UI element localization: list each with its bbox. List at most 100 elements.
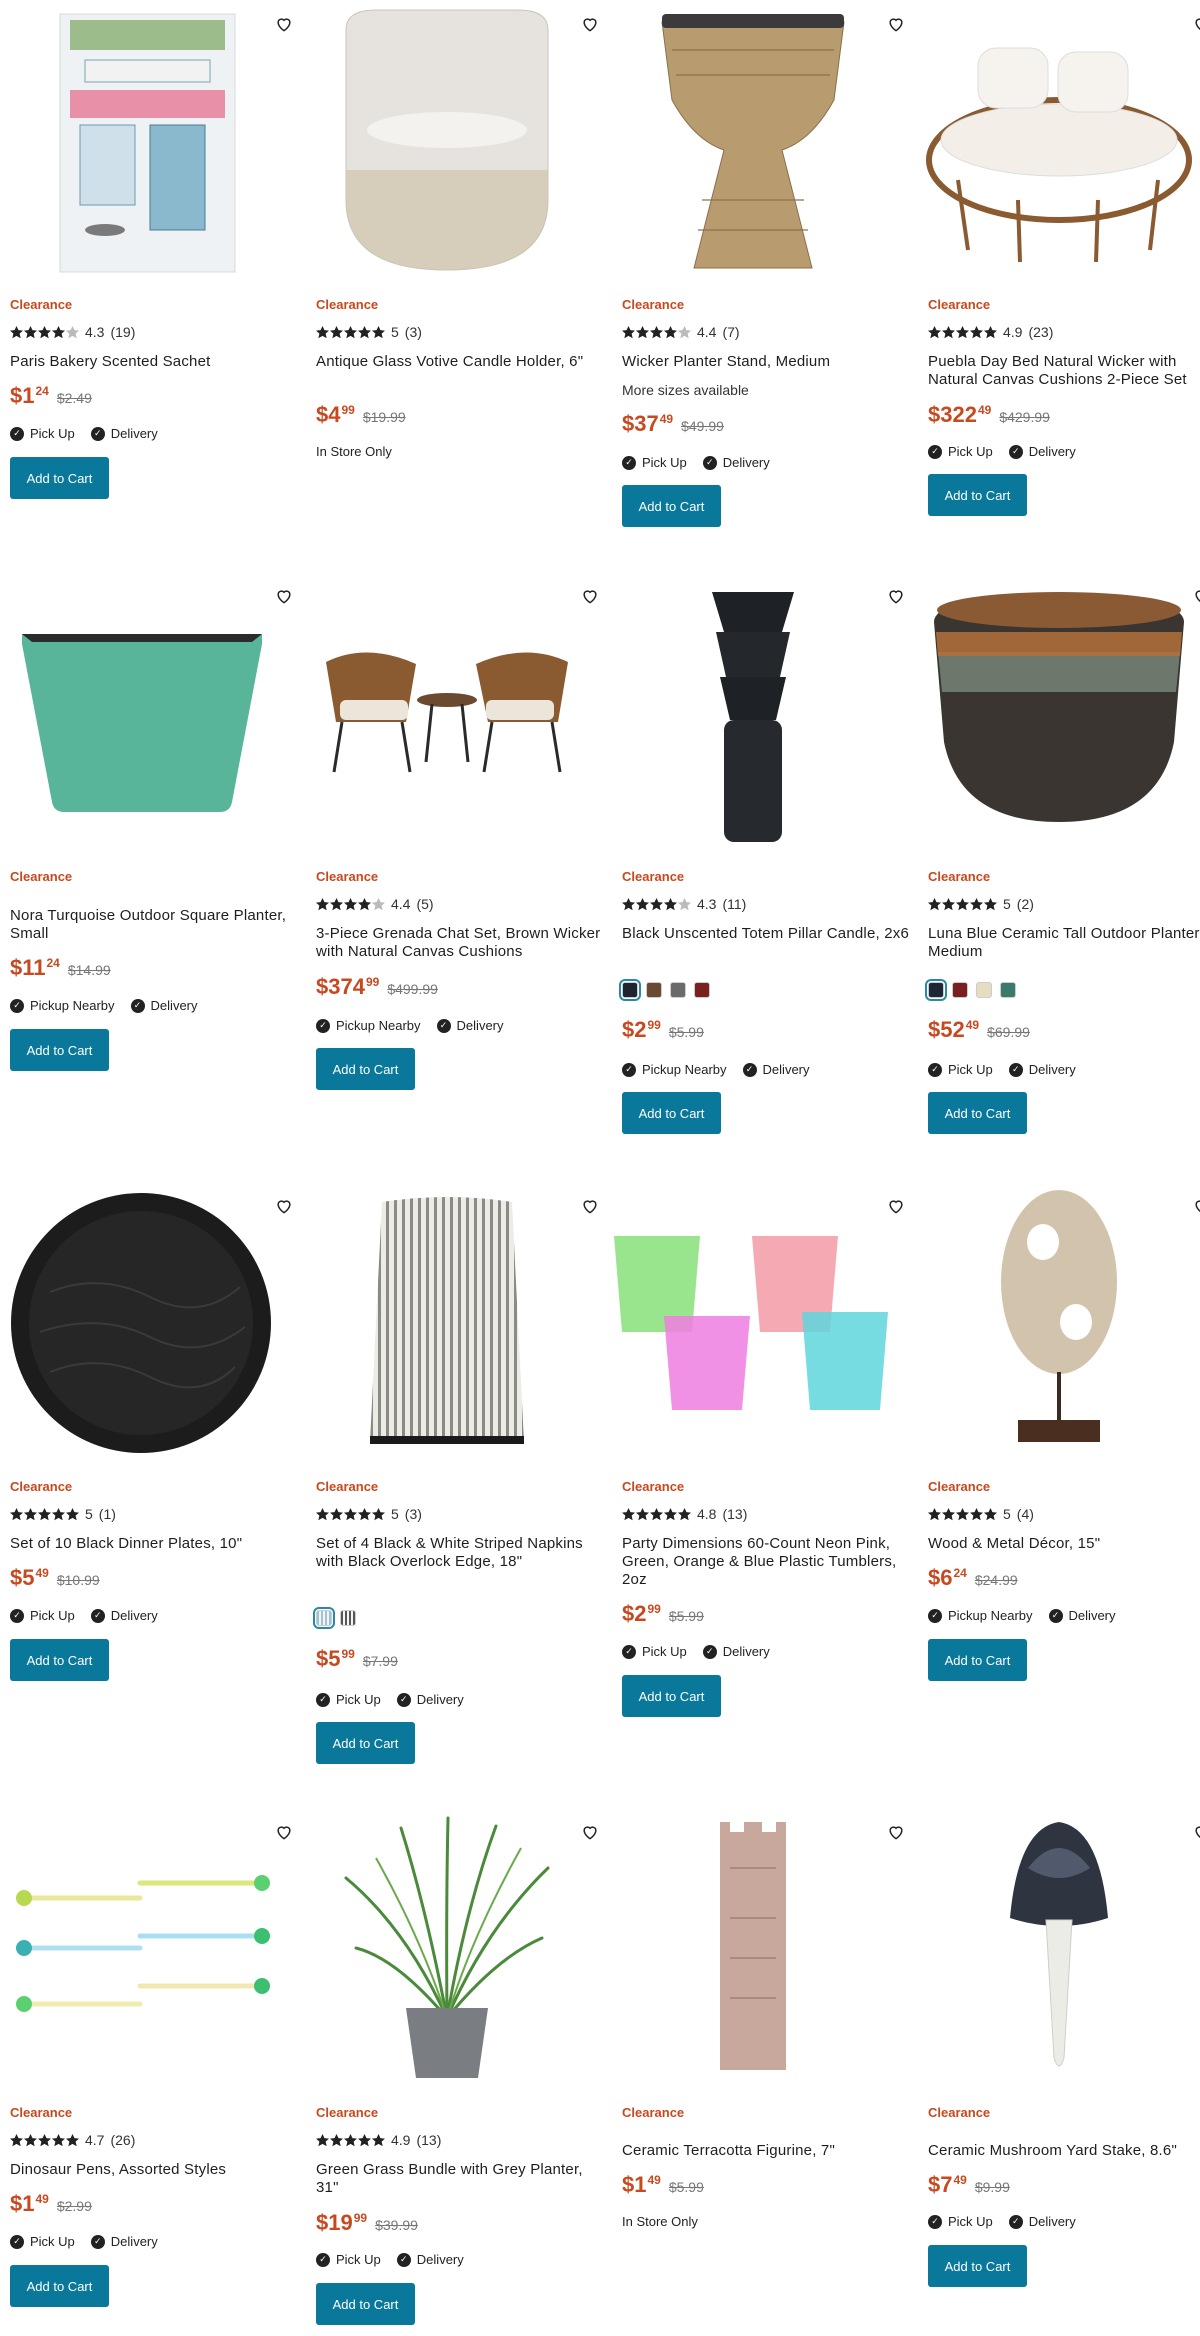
product-title[interactable]: Green Grass Bundle with Grey Planter, 31… [316,2161,606,2197]
add-to-cart-button[interactable]: Add to Cart [622,1092,721,1134]
pickup-option[interactable]: ✓ Pick Up [316,2252,381,2267]
product-image[interactable] [0,1808,291,2090]
more-sizes-text[interactable]: More sizes available [622,382,749,398]
pickup-option[interactable]: ✓ Pick Up [622,1644,687,1659]
delivery-option[interactable]: ✓ Delivery [90,1608,158,1623]
product-image[interactable] [0,1182,291,1464]
product-image[interactable] [612,1182,903,1464]
color-swatch[interactable] [952,982,968,998]
color-swatch[interactable] [925,979,947,1001]
product-title[interactable]: Dinosaur Pens, Assorted Styles [10,2161,300,2179]
delivery-option[interactable]: ✓ Delivery [436,1018,504,1033]
product-title[interactable]: Luna Blue Ceramic Tall Outdoor Planter, … [928,925,1200,961]
product-title[interactable]: Party Dimensions 60-Count Neon Pink, Gre… [622,1535,912,1589]
product-image[interactable] [306,1182,597,1464]
add-to-cart-button[interactable]: Add to Cart [316,2283,415,2325]
add-to-cart-button[interactable]: Add to Cart [928,1639,1027,1681]
color-swatch[interactable] [976,982,992,998]
product-title[interactable]: Antique Glass Votive Candle Holder, 6" [316,353,606,371]
delivery-option[interactable]: ✓ Delivery [90,2234,158,2249]
color-swatch[interactable] [646,982,662,998]
product-title[interactable]: Black Unscented Totem Pillar Candle, 2x6 [622,925,912,943]
delivery-option[interactable]: ✓ Delivery [396,1692,464,1707]
delivery-option[interactable]: ✓ Delivery [702,1644,770,1659]
pickup-option[interactable]: ✓ Pick Up [10,1608,75,1623]
product-image[interactable] [612,1808,903,2090]
delivery-option[interactable]: ✓ Delivery [1048,1608,1116,1623]
delivery-option[interactable]: ✓ Delivery [702,455,770,470]
product-image[interactable] [612,0,903,282]
add-to-cart-button[interactable]: Add to Cart [316,1722,415,1764]
product-title[interactable]: Set of 4 Black & White Striped Napkins w… [316,1535,606,1571]
color-swatch[interactable] [694,982,710,998]
add-to-cart-button[interactable]: Add to Cart [928,2245,1027,2287]
color-swatch[interactable] [619,979,641,1001]
pickup-option[interactable]: ✓ Pick Up [928,2214,993,2229]
product-title[interactable]: Wood & Metal Décor, 15" [928,1535,1200,1553]
product-title[interactable]: Wicker Planter Stand, Medium [622,353,912,371]
favorite-heart-icon[interactable] [274,1822,294,1842]
pickup-option[interactable]: ✓ Pick Up [10,426,75,441]
delivery-option[interactable]: ✓ Delivery [742,1062,810,1077]
pickup-option[interactable]: ✓ Pickup Nearby [622,1062,727,1077]
favorite-heart-icon[interactable] [274,1196,294,1216]
product-title[interactable]: 3-Piece Grenada Chat Set, Brown Wicker w… [316,925,606,961]
add-to-cart-button[interactable]: Add to Cart [928,1092,1027,1134]
color-swatch[interactable] [1000,982,1016,998]
product-image[interactable] [306,1808,597,2090]
product-image[interactable] [306,572,597,854]
pickup-option[interactable]: ✓ Pick Up [928,1062,993,1077]
product-title[interactable]: Set of 10 Black Dinner Plates, 10" [10,1535,300,1553]
pickup-option[interactable]: ✓ Pick Up [10,2234,75,2249]
favorite-heart-icon[interactable] [274,14,294,34]
pickup-option[interactable]: ✓ Pick Up [622,455,687,470]
product-image[interactable] [918,1182,1200,1464]
delivery-option[interactable]: ✓ Delivery [130,998,198,1013]
favorite-heart-icon[interactable] [1192,1822,1200,1842]
pickup-option[interactable]: ✓ Pick Up [316,1692,381,1707]
product-image[interactable] [918,1808,1200,2090]
favorite-heart-icon[interactable] [886,1822,906,1842]
product-title[interactable]: Paris Bakery Scented Sachet [10,353,300,371]
delivery-option[interactable]: ✓ Delivery [90,426,158,441]
add-to-cart-button[interactable]: Add to Cart [10,2265,109,2307]
delivery-option[interactable]: ✓ Delivery [1008,444,1076,459]
favorite-heart-icon[interactable] [580,586,600,606]
pattern-swatch[interactable] [313,1607,335,1629]
product-image[interactable] [918,572,1200,854]
product-title[interactable]: Puebla Day Bed Natural Wicker with Natur… [928,353,1200,389]
pickup-option[interactable]: ✓ Pickup Nearby [928,1608,1033,1623]
delivery-option[interactable]: ✓ Delivery [396,2252,464,2267]
product-image[interactable] [0,572,291,854]
favorite-heart-icon[interactable] [886,1196,906,1216]
add-to-cart-button[interactable]: Add to Cart [928,474,1027,516]
add-to-cart-button[interactable]: Add to Cart [622,1675,721,1717]
add-to-cart-button[interactable]: Add to Cart [316,1048,415,1090]
pickup-option[interactable]: ✓ Pick Up [928,444,993,459]
product-image[interactable] [0,0,291,282]
favorite-heart-icon[interactable] [1192,14,1200,34]
delivery-option[interactable]: ✓ Delivery [1008,2214,1076,2229]
color-swatch[interactable] [670,982,686,998]
product-title[interactable]: Ceramic Terracotta Figurine, 7" [622,2142,912,2160]
add-to-cart-button[interactable]: Add to Cart [10,1029,109,1071]
product-title[interactable]: Ceramic Mushroom Yard Stake, 8.6" [928,2142,1200,2160]
favorite-heart-icon[interactable] [1192,586,1200,606]
product-title[interactable]: Nora Turquoise Outdoor Square Planter, S… [10,907,300,943]
favorite-heart-icon[interactable] [580,1196,600,1216]
add-to-cart-button[interactable]: Add to Cart [622,485,721,527]
product-image[interactable] [918,0,1200,282]
favorite-heart-icon[interactable] [580,1822,600,1842]
favorite-heart-icon[interactable] [886,14,906,34]
favorite-heart-icon[interactable] [580,14,600,34]
pickup-option[interactable]: ✓ Pickup Nearby [316,1018,421,1033]
pattern-swatch[interactable] [340,1610,356,1626]
favorite-heart-icon[interactable] [274,586,294,606]
add-to-cart-button[interactable]: Add to Cart [10,1639,109,1681]
pickup-option[interactable]: ✓ Pickup Nearby [10,998,115,1013]
favorite-heart-icon[interactable] [886,586,906,606]
delivery-option[interactable]: ✓ Delivery [1008,1062,1076,1077]
favorite-heart-icon[interactable] [1192,1196,1200,1216]
add-to-cart-button[interactable]: Add to Cart [10,457,109,499]
product-image[interactable] [612,572,903,854]
